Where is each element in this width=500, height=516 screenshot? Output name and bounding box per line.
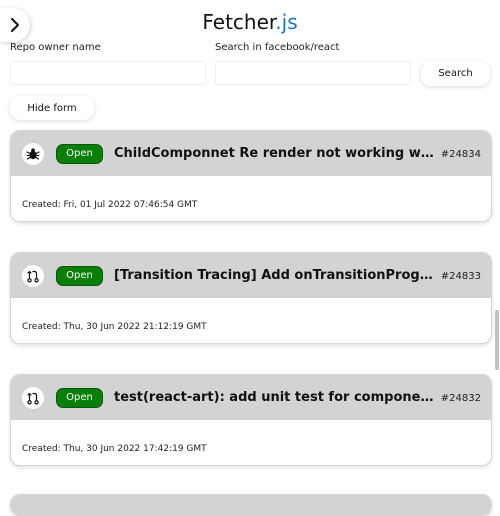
scrollbar-thumb[interactable] bbox=[495, 310, 499, 370]
issue-card-header bbox=[11, 495, 491, 515]
bug-icon bbox=[22, 143, 44, 165]
issue-card-header: Open test(react-art): add unit test for … bbox=[11, 375, 491, 420]
issue-title[interactable]: [Transition Tracing] Add onTransitionPro… bbox=[114, 267, 436, 285]
issue-card[interactable]: Open [Transition Tracing] Add onTransiti… bbox=[10, 252, 492, 344]
issue-created-date: Created: Fri, 01 Jul 2022 07:46:54 GMT bbox=[22, 200, 198, 210]
owner-label: Repo owner name bbox=[10, 42, 101, 53]
app-title: Fetcher.js bbox=[0, 8, 500, 36]
issue-card-partial[interactable] bbox=[10, 494, 492, 516]
issue-created-date: Created: Thu, 30 Jun 2022 21:12:19 GMT bbox=[22, 322, 207, 332]
issue-number: #24832 bbox=[440, 393, 481, 404]
issue-card-header: Open [Transition Tracing] Add onTransiti… bbox=[11, 253, 491, 298]
issue-title[interactable]: ChildComponnet Re render not working wit… bbox=[114, 145, 436, 163]
pull-request-icon bbox=[22, 265, 44, 287]
app-title-main: Fetcher bbox=[202, 10, 276, 34]
issue-title[interactable]: test(react-art): add unit test for compo… bbox=[114, 389, 436, 407]
status-badge: Open bbox=[56, 266, 103, 286]
issue-card[interactable]: Open ChildComponnet Re render not workin… bbox=[10, 130, 492, 222]
status-badge: Open bbox=[56, 388, 103, 408]
issue-card-header: Open ChildComponnet Re render not workin… bbox=[11, 131, 491, 176]
issue-number: #24834 bbox=[440, 149, 481, 160]
hide-form-button[interactable]: Hide form bbox=[10, 96, 94, 120]
search-label: Search in facebook/react bbox=[215, 42, 340, 53]
search-input[interactable] bbox=[215, 61, 411, 85]
owner-input[interactable] bbox=[10, 61, 206, 85]
search-button[interactable]: Search bbox=[421, 61, 490, 86]
pull-request-icon bbox=[22, 387, 44, 409]
issue-number: #24833 bbox=[440, 271, 481, 282]
scrollbar[interactable] bbox=[494, 0, 499, 500]
issue-created-date: Created: Thu, 30 Jun 2022 17:42:19 GMT bbox=[22, 444, 207, 454]
status-badge: Open bbox=[56, 144, 103, 164]
issue-card[interactable]: Open test(react-art): add unit test for … bbox=[10, 374, 492, 466]
app-title-accent: .js bbox=[275, 10, 298, 34]
